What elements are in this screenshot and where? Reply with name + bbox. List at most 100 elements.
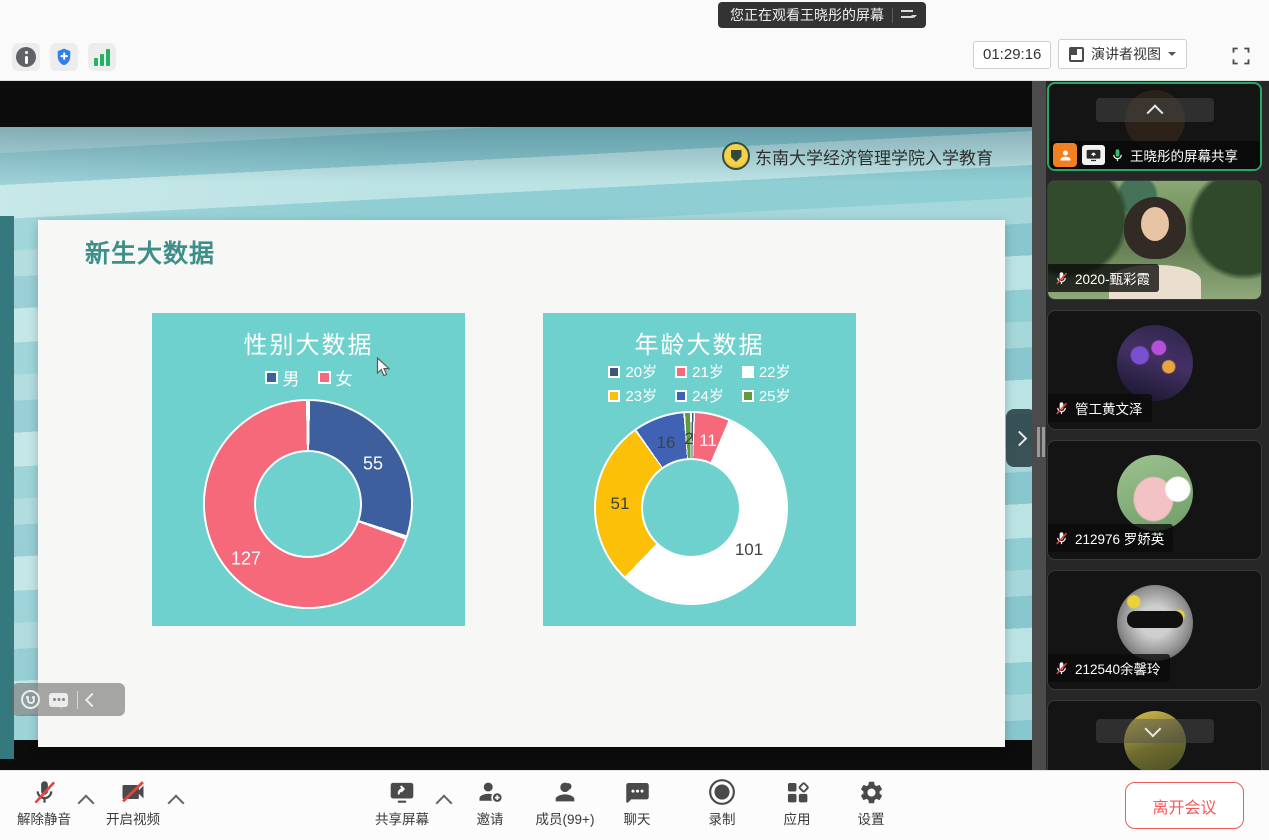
view-mode-label: 演讲者视图 (1091, 44, 1161, 64)
participant-tile[interactable]: 212540余馨玲 (1047, 570, 1262, 690)
invite-label: 邀请 (477, 808, 504, 828)
camera-off-icon (119, 778, 147, 806)
leave-meeting-button[interactable]: 离开会议 (1125, 782, 1244, 829)
legend-item-female: 女 (318, 365, 353, 390)
chevron-down-icon (1168, 52, 1176, 60)
top-toolbar: 01:29:16 演讲者视图 (0, 0, 1269, 81)
members-button[interactable]: 成员(99+) (527, 778, 603, 828)
settings-label: 设置 (858, 808, 885, 828)
legend-swatch-age25 (742, 390, 754, 402)
legend-item-age20: 20岁 (608, 361, 657, 382)
view-mode-button[interactable]: 演讲者视图 (1058, 39, 1187, 69)
participant-tile[interactable]: 212976 罗娇英 (1047, 440, 1262, 560)
settings-button[interactable]: 设置 (833, 778, 909, 828)
data-label-female: 127 (231, 549, 261, 570)
participant-name: 王晓彤的屏幕共享 (1130, 145, 1238, 165)
participant-name-bar: 212976 罗娇英 (1048, 524, 1173, 552)
meeting-controls-bar: 解除静音 开启视频 共享屏幕 邀请 (0, 770, 1269, 840)
data-label-age25: 2 (684, 429, 693, 449)
presenter-badge-icon (1053, 143, 1077, 167)
chevron-right-icon (1012, 430, 1028, 446)
legend-swatch-male (265, 371, 278, 384)
legend-item-age23: 23岁 (608, 385, 657, 406)
invite-button[interactable]: 邀请 (452, 778, 528, 828)
emoji-reaction-icon[interactable] (21, 690, 40, 709)
reactions-bar (12, 683, 125, 716)
participant-tile[interactable]: 管工黄文泽 (1047, 310, 1262, 430)
legend-label-age21: 21岁 (692, 361, 724, 382)
legend-label-age24: 24岁 (692, 385, 724, 406)
participant-name: 212976 罗娇英 (1075, 528, 1164, 548)
mic-active-icon (1110, 147, 1125, 164)
record-button[interactable]: 录制 (684, 778, 760, 828)
screen-share-badge-icon (1082, 145, 1105, 165)
unmute-button[interactable]: 解除静音 (6, 778, 82, 828)
scroll-down-button[interactable] (1096, 719, 1214, 743)
avatar (1117, 455, 1193, 531)
sidebar-scrollbar-handle[interactable] (1037, 427, 1046, 457)
legend-label-age23: 23岁 (625, 385, 657, 406)
participants-sidebar: 王晓彤的屏幕共享 2020-甄彩霞 (1032, 81, 1269, 770)
avatar (1117, 325, 1193, 401)
start-video-button[interactable]: 开启视频 (95, 778, 171, 828)
network-status-button[interactable] (88, 43, 116, 71)
divider (892, 8, 893, 23)
watching-banner-text: 您正在观看王晓彤的屏幕 (730, 5, 884, 25)
shared-screen-view: 东南大学经济管理学院入学教育 新生大数据 性别大数据 男 女 (0, 81, 1032, 770)
sharer-status-bar: 王晓彤的屏幕共享 (1049, 141, 1260, 169)
chat-bubble-icon[interactable] (49, 693, 68, 707)
meeting-info-button[interactable] (12, 43, 40, 71)
unmute-label: 解除静音 (17, 808, 71, 828)
data-label-age24: 16 (657, 433, 676, 453)
chat-icon (624, 779, 651, 806)
mic-muted-icon (1054, 270, 1069, 287)
legend-swatch-age20 (608, 366, 620, 378)
watching-banner: 您正在观看王晓彤的屏幕 (718, 2, 926, 28)
share-screen-icon (388, 779, 416, 805)
banner-menu-icon[interactable] (901, 9, 917, 21)
school-logo-text: 东南大学经济管理学院入学教育 (755, 144, 993, 169)
slide-background: 东南大学经济管理学院入学教育 新生大数据 性别大数据 男 女 (0, 127, 1032, 740)
participant-tile[interactable]: 2020-甄彩霞 (1047, 180, 1262, 300)
age-chart-legend-row2: 23岁 24岁 25岁 (543, 385, 856, 406)
participant-tile-partial[interactable] (1047, 700, 1262, 770)
legend-label-age22: 22岁 (759, 361, 791, 382)
presentation-slide: 新生大数据 性别大数据 男 女 55 (38, 220, 1005, 747)
gender-chart-card: 性别大数据 男 女 55 127 (152, 313, 465, 626)
chat-button[interactable]: 聊天 (599, 778, 675, 828)
security-button[interactable] (50, 43, 78, 71)
participant-name-bar: 管工黄文泽 (1048, 394, 1152, 422)
chevron-left-icon[interactable] (85, 692, 99, 706)
mic-muted-icon (31, 779, 58, 806)
chevron-up-icon (1146, 104, 1163, 121)
fullscreen-button[interactable] (1227, 42, 1255, 70)
avatar (1117, 585, 1193, 661)
apps-button[interactable]: 应用 (759, 778, 835, 828)
members-label: 成员(99+) (536, 808, 595, 828)
legend-swatch-age23 (608, 390, 620, 402)
slide-edge-strip (0, 216, 14, 759)
layout-icon (1069, 47, 1084, 62)
apps-label: 应用 (784, 808, 811, 828)
start-video-label: 开启视频 (106, 808, 160, 828)
sidebar-collapse-tab[interactable] (1006, 409, 1032, 467)
slide-title: 新生大数据 (85, 234, 215, 270)
age-chart-title: 年龄大数据 (543, 325, 856, 360)
legend-item-age25: 25岁 (742, 385, 791, 406)
participant-tile-sharer[interactable]: 王晓彤的屏幕共享 (1047, 82, 1262, 171)
participant-name-bar: 2020-甄彩霞 (1048, 264, 1159, 292)
data-label-male: 55 (363, 454, 383, 475)
meeting-window: 01:29:16 演讲者视图 您正在观看王晓彤的屏幕 东南大学经济管理学院入学教… (0, 0, 1269, 840)
legend-label-age20: 20岁 (625, 361, 657, 382)
signal-bars-icon (94, 49, 110, 66)
school-logo-icon (722, 142, 750, 170)
data-label-age23: 51 (611, 494, 630, 514)
legend-item-age21: 21岁 (675, 361, 724, 382)
apps-icon (784, 779, 811, 806)
share-screen-label: 共享屏幕 (375, 808, 429, 828)
participant-name: 212540余馨玲 (1075, 658, 1161, 678)
share-screen-button[interactable]: 共享屏幕 (364, 778, 440, 828)
legend-item-age24: 24岁 (675, 385, 724, 406)
members-icon (551, 778, 579, 806)
collapse-up-button[interactable] (1096, 98, 1214, 122)
